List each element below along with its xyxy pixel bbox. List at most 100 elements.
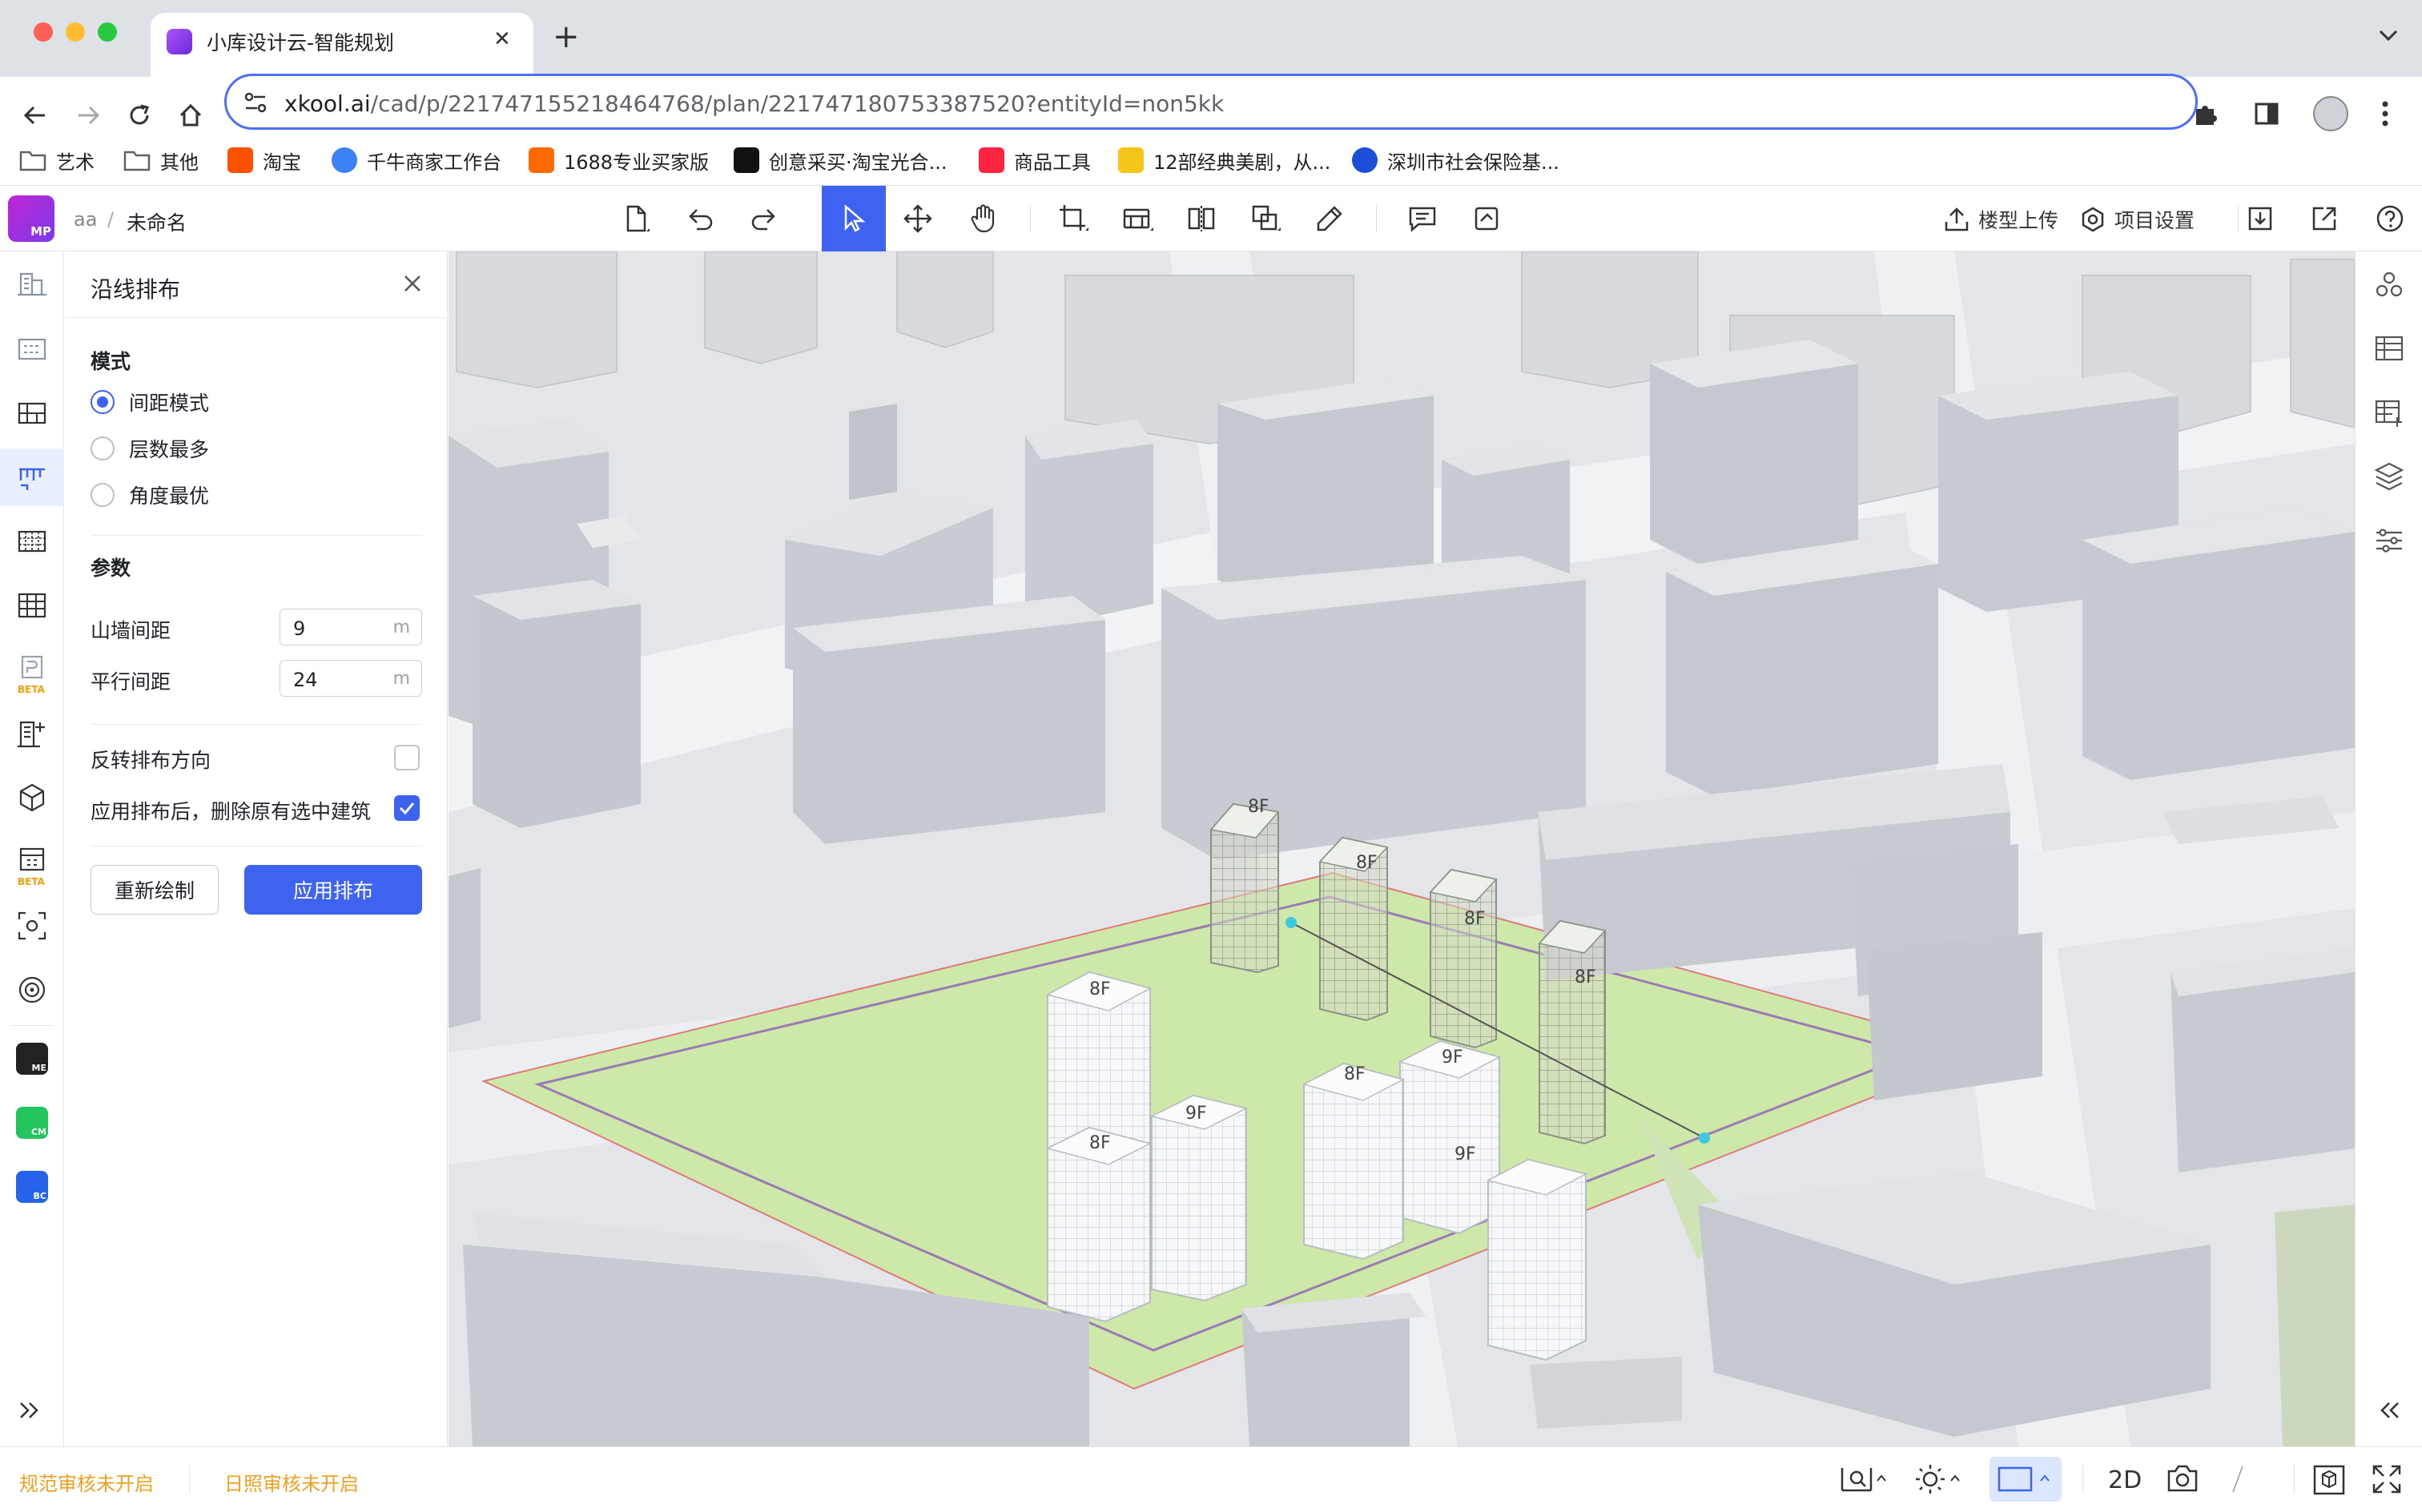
code-check-status[interactable]: 规范审核未开启 (19, 1468, 154, 1496)
view-frame-button[interactable] (1990, 1457, 2062, 1502)
panel-close-icon[interactable] (401, 272, 424, 295)
back-arrow-icon[interactable] (19, 99, 51, 131)
sunlight-check-status[interactable]: 日照审核未开启 (224, 1468, 359, 1496)
app-tile-bc[interactable]: BC (16, 1171, 48, 1203)
site-info-icon[interactable] (243, 90, 268, 115)
close-window-button[interactable] (34, 22, 53, 42)
bookmark-1688[interactable]: 1688专业买家版 (529, 144, 709, 176)
comment-button[interactable] (1390, 186, 1454, 251)
3d-viewport[interactable]: 8F 8F 8F 8F 8F 9F 8F 9F 8F 9F (449, 251, 2355, 1446)
apply-arrange-button[interactable]: 应用排布 (244, 865, 422, 915)
rail-target-tool[interactable] (0, 961, 64, 1019)
compass-button[interactable] (2225, 1463, 2249, 1495)
bookmark-folder-art[interactable]: 艺术 (19, 144, 95, 176)
download-button[interactable] (2228, 186, 2292, 251)
upload-building-type-button[interactable]: 楼型上传 (1943, 203, 2058, 235)
delete-original-checkbox[interactable] (394, 795, 420, 821)
app-logo[interactable]: MP (8, 195, 54, 242)
rail-array-tool[interactable] (0, 513, 64, 570)
indicators-table-button[interactable] (2356, 320, 2422, 376)
bookmark-qianniu[interactable]: 千牛商家工作台 (332, 144, 501, 176)
app-tile-cm[interactable]: CM (16, 1107, 48, 1139)
side-panel-icon[interactable] (2252, 99, 2281, 128)
redraw-button[interactable]: 重新绘制 (91, 865, 219, 915)
rail-add-building-tool[interactable] (0, 705, 64, 762)
select-tool-button[interactable] (822, 186, 886, 251)
bookmark-goods-tools[interactable]: 商品工具 (979, 144, 1091, 176)
view-2d-toggle[interactable]: 2D (2108, 1466, 2142, 1494)
rail-grid-tool[interactable] (0, 577, 64, 634)
gable-spacing-input[interactable]: 9 m (280, 609, 422, 645)
table-edit-button[interactable] (2356, 384, 2422, 440)
home-icon[interactable] (175, 99, 207, 131)
browser-tab[interactable]: 小库设计云-智能规划 ✕ (151, 13, 533, 77)
bookmark-label: 创意采买·淘宝光合... (769, 151, 947, 174)
city-scene: 8F 8F 8F 8F 8F 9F 8F 9F 8F 9F (449, 251, 2355, 1446)
minimize-window-button[interactable] (66, 22, 85, 42)
tower-generated: 9F (1149, 1094, 1249, 1302)
settings-icon (2082, 207, 2104, 232)
fullscreen-button[interactable] (2371, 1463, 2403, 1495)
mode-option-best-angle[interactable]: 角度最优 (91, 481, 209, 509)
rail-massing-tool[interactable] (0, 769, 64, 826)
profile-avatar[interactable] (2313, 96, 2348, 131)
boolean-button[interactable] (1233, 186, 1298, 251)
left-tool-rail: BETA BETA ME CM BC (0, 251, 64, 1446)
rail-beta-plan-tool[interactable]: BETA (0, 641, 64, 698)
rail-layout-tool[interactable] (0, 320, 64, 378)
tab-search-chevron-icon[interactable] (2377, 27, 2400, 43)
draw-site-button[interactable] (1041, 186, 1105, 251)
rail-site-tool[interactable] (0, 255, 64, 312)
pan-tool-button[interactable] (952, 186, 1016, 251)
bookmark-social-insurance[interactable]: 深圳市社会保险基... (1352, 144, 1559, 176)
app-tile-me[interactable]: ME (16, 1043, 48, 1075)
view-cube-button[interactable] (2311, 1463, 2347, 1497)
guide-handle[interactable] (1285, 917, 1297, 928)
reverse-direction-checkbox[interactable] (394, 745, 420, 770)
address-bar[interactable]: xkool.ai/cad/p/221747155218464768/plan/2… (224, 74, 2198, 130)
sun-icon (1916, 1465, 1960, 1494)
forward-arrow-icon[interactable] (72, 99, 104, 131)
mode-option-max-floors[interactable]: 层数最多 (91, 434, 209, 463)
rail-scan-tool[interactable] (0, 897, 64, 955)
reload-icon[interactable] (123, 99, 155, 131)
breadcrumb-plan[interactable]: 未命名 (127, 207, 187, 236)
screenshot-button[interactable] (2166, 1463, 2199, 1494)
guide-handle[interactable] (1699, 1132, 1710, 1144)
help-button[interactable] (2358, 186, 2422, 251)
tab-close-icon[interactable]: ✕ (493, 27, 511, 51)
project-settings-button[interactable]: 项目设置 (2079, 203, 2195, 235)
adjust-button[interactable] (2356, 513, 2422, 569)
table-icon (2375, 336, 2404, 361)
file-menu-button[interactable] (604, 186, 668, 251)
parallel-spacing-input[interactable]: 24 m (280, 660, 422, 697)
sunlight-button[interactable] (1914, 1463, 1962, 1495)
browser-menu-icon[interactable] (2380, 99, 2390, 128)
array-icon (18, 530, 46, 553)
components-button[interactable] (2356, 256, 2422, 312)
layers-button[interactable] (2356, 448, 2422, 505)
pick-tool-button[interactable] (1298, 186, 1362, 251)
bookmark-taobao[interactable]: 淘宝 (227, 144, 301, 176)
collapse-right-rail-icon[interactable] (2356, 1382, 2422, 1438)
rail-block-tool[interactable] (0, 384, 64, 442)
bookmark-tv-series[interactable]: 12部经典美剧，从... (1118, 144, 1330, 176)
move-tool-button[interactable] (886, 186, 950, 251)
expand-rail-icon[interactable] (18, 1400, 42, 1421)
breadcrumb-project[interactable]: aa (74, 208, 97, 231)
rail-beta-calc-tool[interactable]: BETA (0, 833, 64, 891)
mode-option-spacing[interactable]: 间距模式 (91, 388, 209, 416)
redo-button[interactable] (732, 186, 796, 251)
bookmark-folder-other[interactable]: 其他 (123, 144, 199, 176)
maximize-window-button[interactable] (98, 22, 117, 42)
arrange-button[interactable] (1105, 186, 1169, 251)
sliders-icon (2376, 529, 2402, 553)
bookmark-guanghe[interactable]: 创意采买·淘宝光合... (734, 144, 947, 176)
mirror-button[interactable] (1169, 186, 1233, 251)
note-button[interactable] (1454, 186, 1519, 251)
measure-button[interactable] (1839, 1463, 1887, 1495)
rail-line-arrange-tool[interactable] (0, 448, 64, 506)
new-tab-button[interactable]: + (553, 21, 580, 53)
export-button[interactable] (2292, 186, 2356, 251)
undo-button[interactable] (668, 186, 732, 251)
